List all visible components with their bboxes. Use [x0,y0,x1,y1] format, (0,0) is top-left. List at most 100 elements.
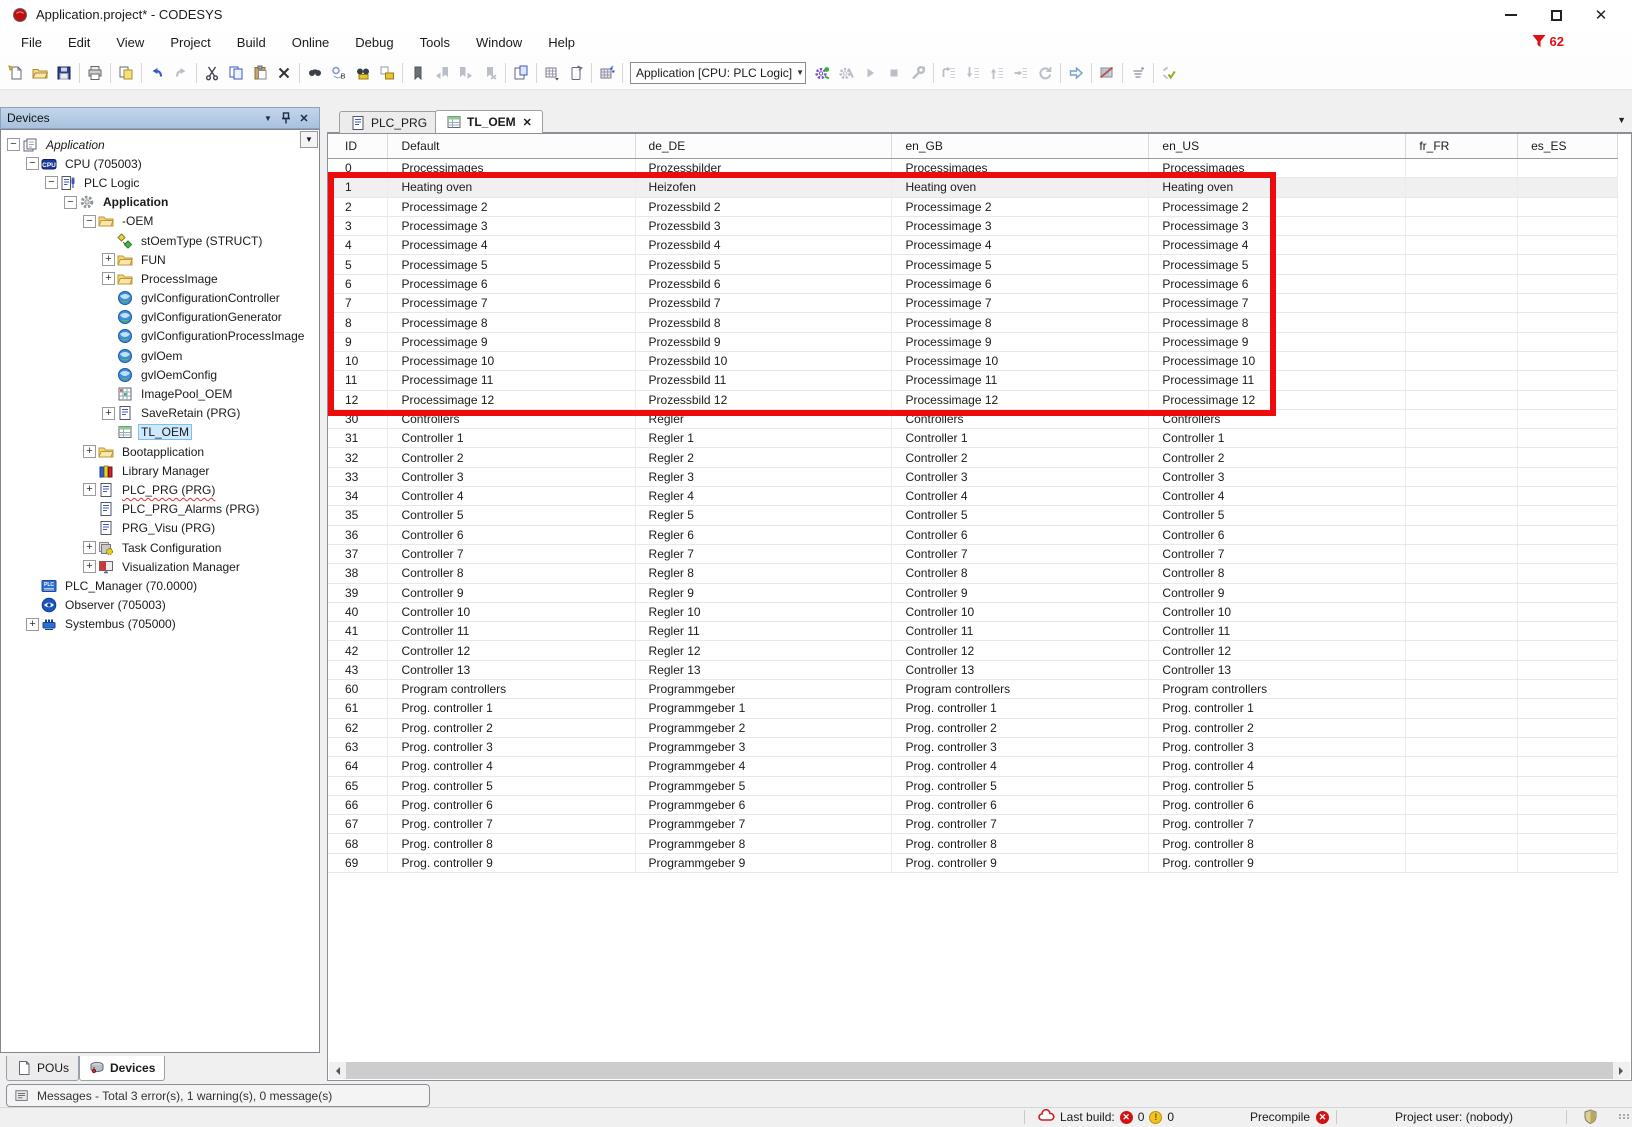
table-cell[interactable] [1518,603,1618,621]
table-cell[interactable]: Processimage 2 [892,198,1149,216]
table-cell[interactable] [1406,699,1518,717]
table-cell[interactable]: Regler 3 [636,468,893,486]
table-cell[interactable] [1406,255,1518,273]
table-cell[interactable]: Prozessbild 4 [636,236,893,254]
table-cell[interactable]: Controller 7 [1149,545,1406,563]
table-cell[interactable]: Prozessbild 7 [636,294,893,312]
table-cell[interactable]: 60 [328,680,388,698]
table-cell[interactable]: Prog. controller 6 [1149,796,1406,814]
table-cell[interactable] [1518,255,1618,273]
menu-tools[interactable]: Tools [407,30,463,56]
table-cell[interactable]: Controller 3 [1149,468,1406,486]
table-row[interactable]: 69Prog. controller 9Programmgeber 9Prog.… [328,854,1618,873]
table-cell[interactable]: Programmgeber 6 [636,796,893,814]
table-row[interactable]: 65Prog. controller 5Programmgeber 5Prog.… [328,777,1618,796]
table-cell[interactable] [1406,198,1518,216]
table-cell[interactable]: Controller 10 [892,603,1149,621]
table-cell[interactable]: Processimage 10 [388,352,635,370]
table-row[interactable]: 7Processimage 7Prozessbild 7Processimage… [328,294,1618,313]
table-cell[interactable] [1518,371,1618,389]
table-cell[interactable] [1406,313,1518,331]
table-cell[interactable]: Prozessbild 6 [636,275,893,293]
bottom-tab-pous[interactable]: POUs [6,1056,79,1081]
column-header-es_es[interactable]: es_ES [1518,134,1618,158]
table-row[interactable]: 32Controller 2Regler 2Controller 2Contro… [328,448,1618,467]
table-cell[interactable] [1518,757,1618,775]
table-cell[interactable]: Controller 13 [892,661,1149,679]
table-cell[interactable]: 2 [328,198,388,216]
table-cell[interactable]: 1 [328,178,388,196]
step-into-icon[interactable] [961,61,985,85]
table-cell[interactable]: 34 [328,487,388,505]
table-cell[interactable]: Prozessbild 5 [636,255,893,273]
table-row[interactable]: 68Prog. controller 8Programmgeber 8Prog.… [328,834,1618,853]
table-cell[interactable]: Prog. controller 9 [892,854,1149,872]
table-cell[interactable]: Prog. controller 5 [388,777,635,795]
tree-item-application[interactable]: Application [3,135,299,154]
table-row[interactable]: 35Controller 5Regler 5Controller 5Contro… [328,506,1618,525]
table-cell[interactable] [1518,448,1618,466]
table-cell[interactable]: Processimage 10 [1149,352,1406,370]
build-icon[interactable] [595,61,619,85]
login-icon[interactable] [810,61,834,85]
table-row[interactable]: 60Program controllersProgrammgeberProgra… [328,680,1618,699]
table-cell[interactable]: Processimage 11 [892,371,1149,389]
table-cell[interactable]: Regler 1 [636,429,893,447]
bottom-tab-devices[interactable]: Devices [79,1056,165,1081]
table-row[interactable]: 38Controller 8Regler 8Controller 8Contro… [328,564,1618,583]
table-cell[interactable]: Prog. controller 9 [1149,854,1406,872]
tree-item-plc-logic[interactable]: PLC Logic [3,173,299,192]
tree-item-plc-prg-prg[interactable]: PLC_PRG (PRG) [3,480,299,499]
table-cell[interactable]: 37 [328,545,388,563]
new-object-icon[interactable] [564,61,588,85]
table-cell[interactable] [1518,236,1618,254]
table-cell[interactable]: 66 [328,796,388,814]
table-cell[interactable] [1518,198,1618,216]
table-row[interactable]: 6Processimage 6Prozessbild 6Processimage… [328,275,1618,294]
table-cell[interactable]: Controller 1 [1149,429,1406,447]
menu-edit[interactable]: Edit [55,30,103,56]
table-cell[interactable] [1518,699,1618,717]
maximize-button[interactable] [1534,0,1578,30]
tree-item-plc-prg-alarms-prg[interactable]: PLC_PRG_Alarms (PRG) [3,500,299,519]
table-cell[interactable]: Processimage 4 [388,236,635,254]
table-cell[interactable]: Prog. controller 1 [388,699,635,717]
table-cell[interactable]: Programmgeber [636,680,893,698]
tree-item-task-configuration[interactable]: Task Configuration [3,538,299,557]
table-row[interactable]: 36Controller 6Regler 6Controller 6Contro… [328,526,1618,545]
resize-grip[interactable] [1619,1114,1630,1119]
table-row[interactable]: 12Processimage 12Prozessbild 12Processim… [328,391,1618,410]
next-bookmark-icon[interactable] [454,61,478,85]
quick-replace-icon[interactable]: B [327,61,351,85]
table-cell[interactable]: Controller 4 [1149,487,1406,505]
table-cell[interactable]: Prozessbild 12 [636,391,893,409]
column-header-en_us[interactable]: en_US [1149,134,1406,158]
table-cell[interactable] [1406,584,1518,602]
table-cell[interactable]: Controller 8 [1149,564,1406,582]
table-cell[interactable] [1518,796,1618,814]
table-row[interactable]: 40Controller 10Regler 10Controller 10Con… [328,603,1618,622]
logout-icon[interactable] [834,61,858,85]
table-cell[interactable] [1518,506,1618,524]
table-cell[interactable]: Prozessbild 11 [636,371,893,389]
table-cell[interactable]: Prog. controller 8 [892,834,1149,852]
table-cell[interactable] [1518,352,1618,370]
table-cell[interactable] [1518,661,1618,679]
table-cell[interactable]: Prog. controller 3 [892,738,1149,756]
table-cell[interactable]: Processimage 12 [388,391,635,409]
table-cell[interactable] [1518,545,1618,563]
table-cell[interactable] [1406,854,1518,872]
table-cell[interactable]: 69 [328,854,388,872]
table-cell[interactable] [1406,159,1518,177]
table-cell[interactable]: Controller 3 [892,468,1149,486]
table-cell[interactable] [1406,391,1518,409]
table-row[interactable]: 2Processimage 2Prozessbild 2Processimage… [328,198,1618,217]
menu-debug[interactable]: Debug [342,30,406,56]
table-cell[interactable]: Programmgeber 1 [636,699,893,717]
table-row[interactable]: 61Prog. controller 1Programmgeber 1Prog.… [328,699,1618,718]
table-cell[interactable] [1518,313,1618,331]
table-cell[interactable]: Controller 1 [388,429,635,447]
table-cell[interactable] [1406,487,1518,505]
table-cell[interactable]: Processimage 9 [892,333,1149,351]
editor-tab-plc_prg[interactable]: PLC_PRG [339,111,438,133]
